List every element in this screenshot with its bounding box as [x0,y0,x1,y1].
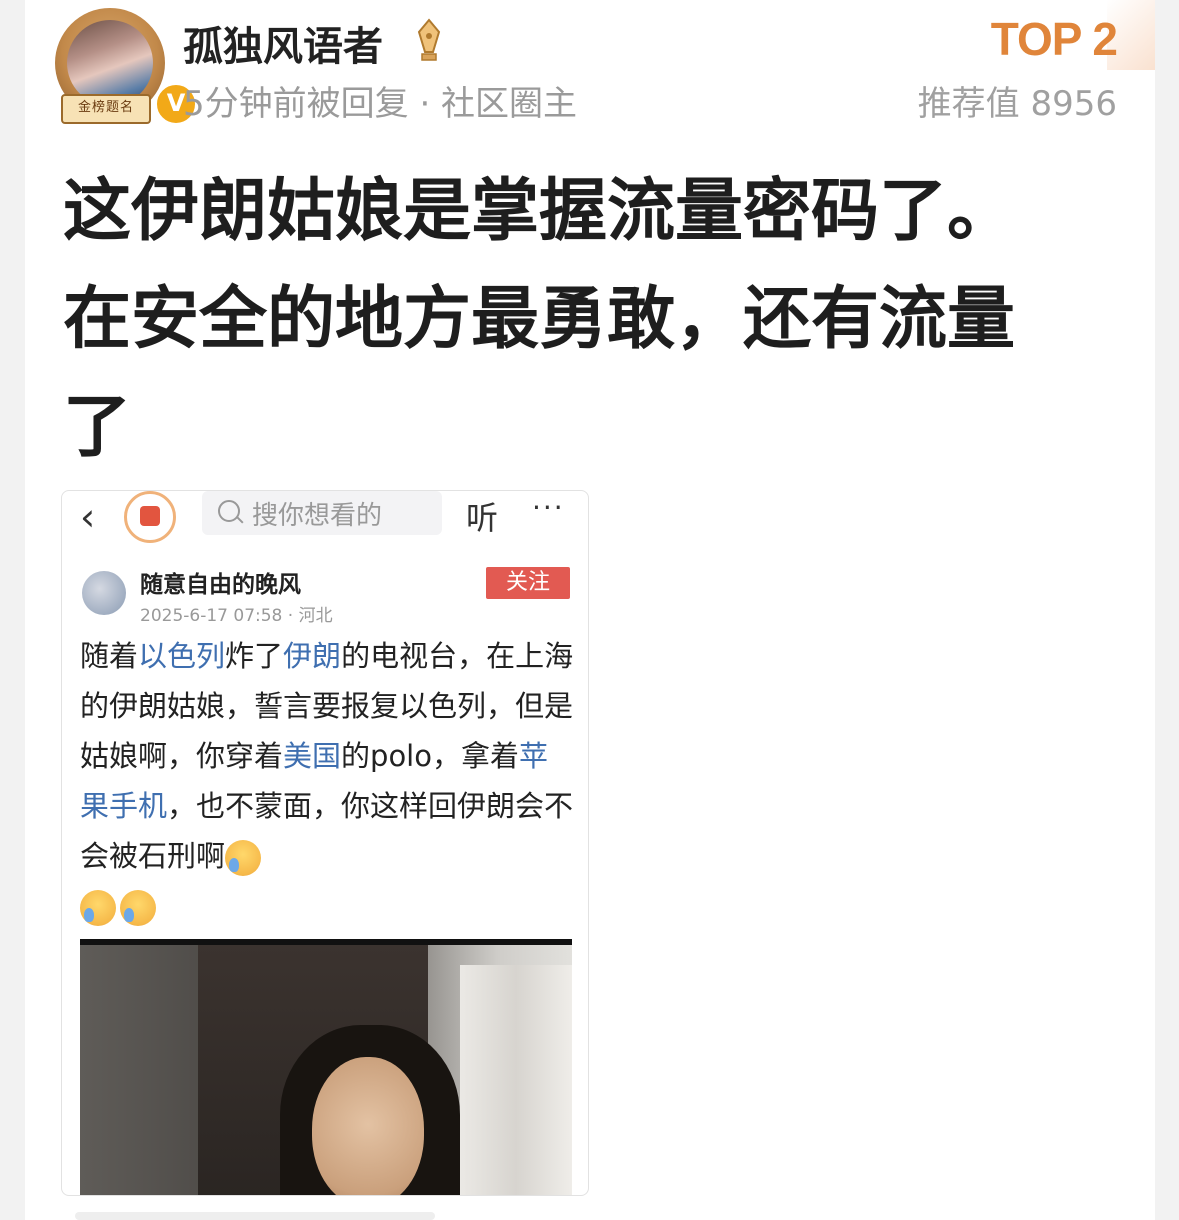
chevron-left-icon: ‹ [80,495,96,539]
crying-emoji-icon [120,890,156,926]
author-name[interactable]: 孤独风语者 [183,14,383,72]
post-card: 金榜题名 V 孤独风语者 5分钟前被回复 · 社区圈主 TOP 2 推荐值 89… [25,0,1155,1220]
recommend-score: 推荐值 8956 [917,84,1117,124]
embed-avatar [82,571,126,615]
search-icon [218,500,240,522]
post-text-line: 了 [63,388,132,467]
rank-badge: TOP 2 [990,13,1118,65]
pen-badge-icon [417,18,441,61]
next-item-edge [75,1212,435,1220]
author-avatar[interactable]: 金榜题名 V [47,2,198,132]
video-curtain [460,965,572,1195]
app-logo-icon [124,491,176,543]
video-thumbnail [80,939,572,1195]
post-text-line: 在安全的地方最勇敢，还有流量 [63,280,1016,359]
post-text-line: 这伊朗姑娘是掌握流量密码了。 [63,172,1016,251]
post-meta: 5分钟前被回复 · 社区圈主 [183,84,578,124]
listen-button: 听 [466,499,499,537]
topic-link: 伊朗 [283,639,342,673]
post-text: 这伊朗姑娘是掌握流量密码了。 在安全的地方最勇敢，还有流量 了 [63,158,1123,482]
badge-banner: 金榜题名 [61,94,151,124]
topic-link: 美国 [283,739,342,773]
search-bar: 搜你想看的 [202,491,442,535]
video-person-face [312,1057,424,1195]
topic-link: 以色列 [138,639,226,673]
body-text: 炸了 [225,639,284,673]
embed-timestamp: 2025-6-17 07:58 · 河北 [140,606,333,626]
follow-button: 关注 [486,567,570,599]
embed-body-text: 随着以色列炸了伊朗的电视台，在上海的伊朗姑娘，誓言要报复以色列，但是姑娘啊，你穿… [80,631,576,931]
more-icon: ··· [532,491,565,524]
body-text: 随着 [80,639,139,673]
embedded-screenshot[interactable]: ‹ 搜你想看的 听 ··· 随意自由的晚风 2025-6-17 07:58 · … [61,490,589,1196]
search-placeholder: 搜你想看的 [252,501,383,531]
body-text: 的polo，拿着 [341,739,519,773]
crying-emoji-icon [80,890,116,926]
crying-emoji-icon [225,840,262,876]
embed-author: 随意自由的晚风 [140,572,301,598]
